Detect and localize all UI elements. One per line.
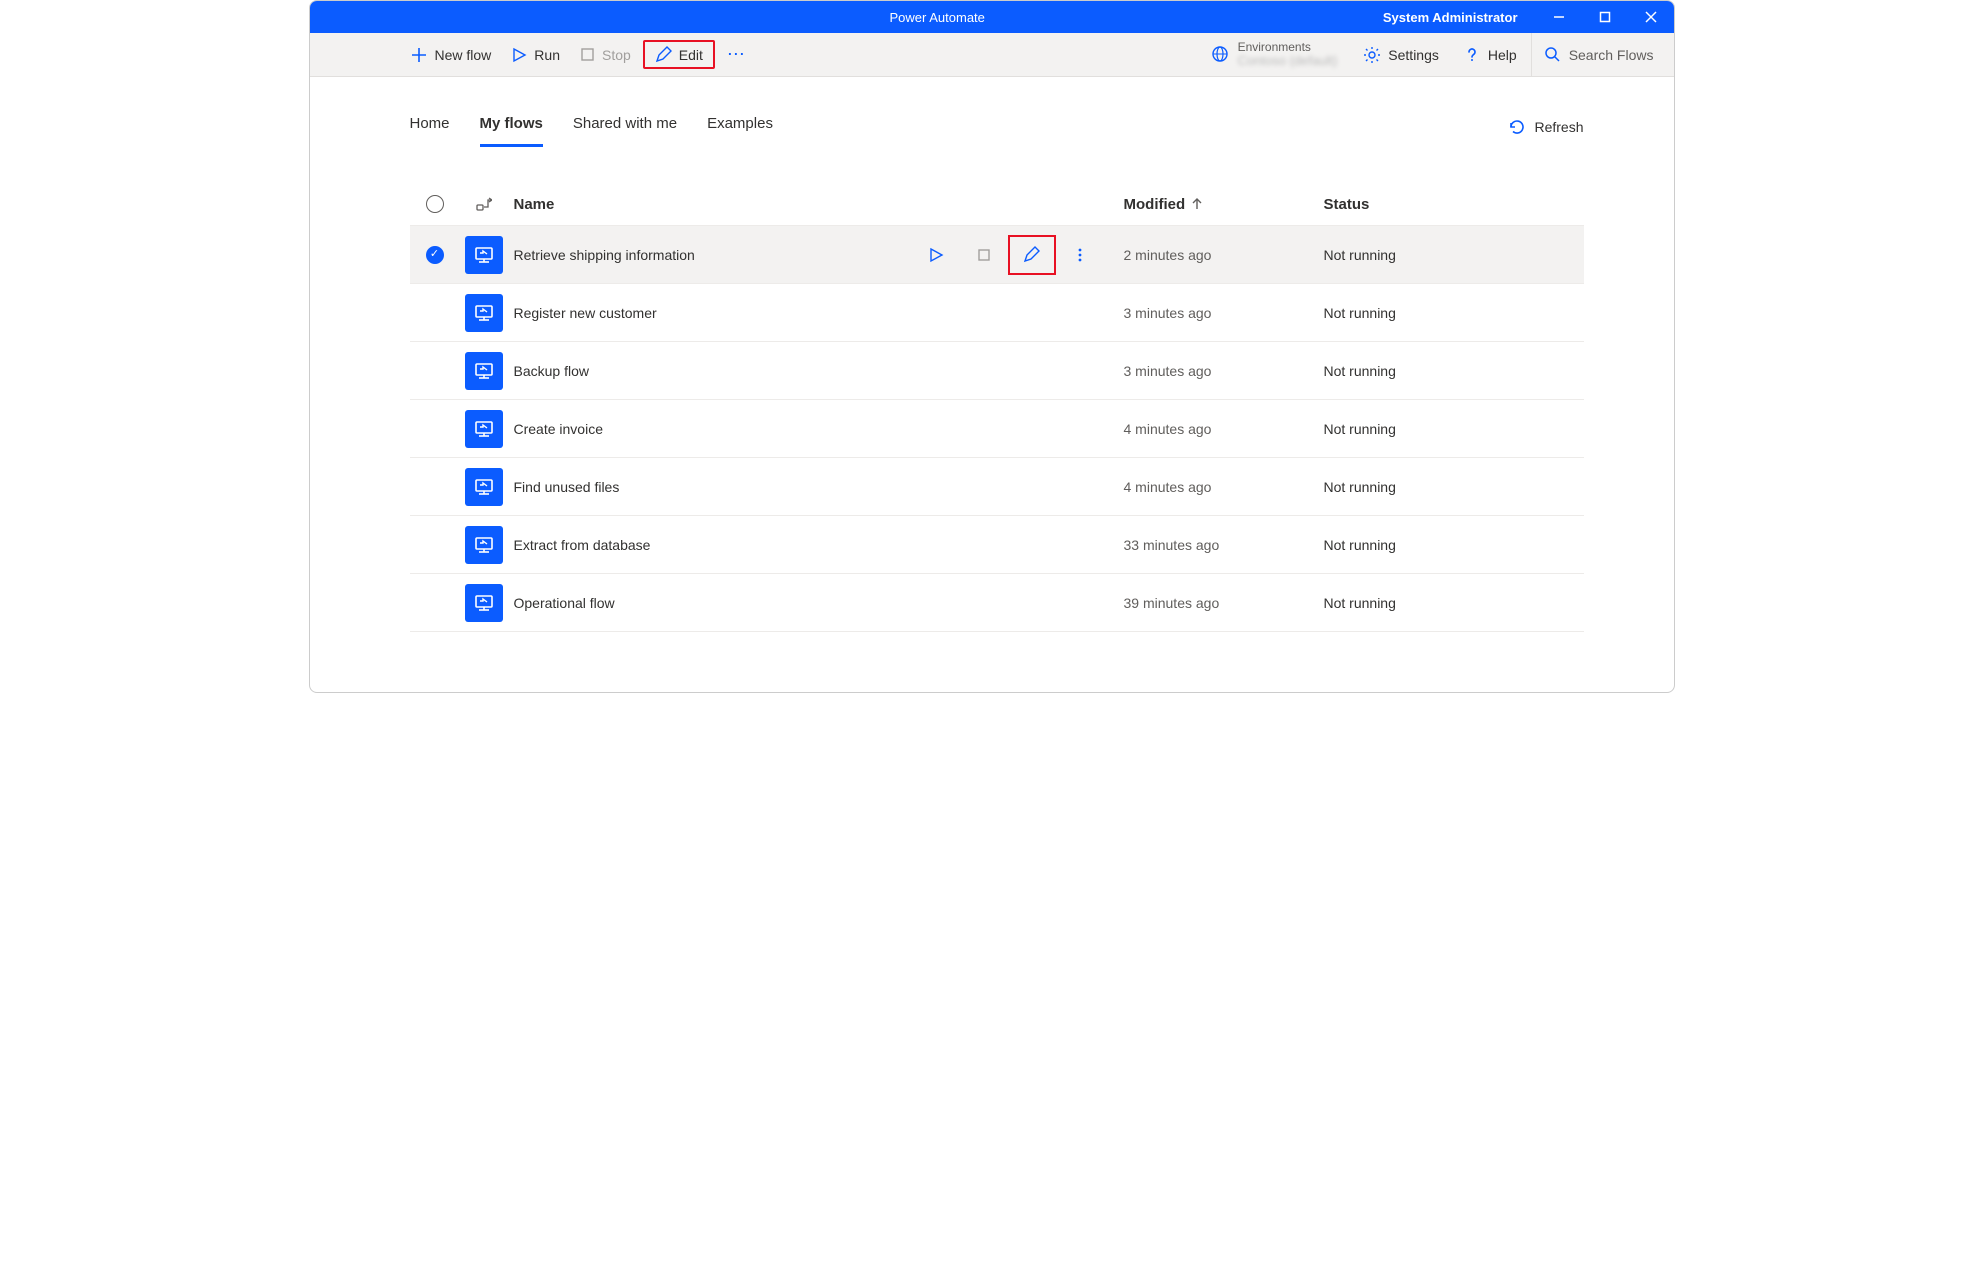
flow-name[interactable]: Backup flow (514, 363, 1088, 379)
search-icon (1544, 46, 1561, 63)
table-row[interactable]: Extract from database 33 minutes agoNot r… (410, 516, 1584, 574)
flow-name[interactable]: Find unused files (514, 479, 1088, 495)
tab-home[interactable]: Home (410, 107, 450, 147)
flow-icon (460, 584, 508, 622)
flow-icon (460, 410, 508, 448)
more-actions-button[interactable]: ⋯ (717, 44, 757, 65)
maximize-button[interactable] (1582, 1, 1628, 33)
table-row[interactable]: Backup flow 3 minutes agoNot running (410, 342, 1584, 400)
refresh-icon (1508, 118, 1526, 136)
app-window: Power Automate System Administrator New … (309, 0, 1675, 693)
flow-status: Not running (1324, 595, 1584, 611)
stop-icon (580, 47, 595, 62)
flow-icon (460, 352, 508, 390)
table-row[interactable]: Retrieve shipping information 2 minutes a… (410, 226, 1584, 284)
flow-icon (460, 236, 508, 274)
row-checkbox[interactable] (410, 246, 460, 264)
refresh-button[interactable]: Refresh (1508, 118, 1583, 136)
row-edit-button[interactable] (1008, 235, 1056, 275)
flow-status: Not running (1324, 421, 1584, 437)
flow-status: Not running (1324, 305, 1584, 321)
play-icon (928, 247, 944, 263)
row-stop-button (960, 235, 1008, 275)
flow-modified: 4 minutes ago (1124, 479, 1324, 495)
flow-modified: 3 minutes ago (1124, 363, 1324, 379)
flow-name[interactable]: Create invoice (514, 421, 1088, 437)
search-flows[interactable]: Search Flows (1531, 33, 1666, 77)
run-label: Run (534, 47, 560, 63)
flow-type-icon-header (460, 196, 508, 212)
new-flow-label: New flow (435, 47, 492, 63)
flow-name[interactable]: Retrieve shipping information (514, 247, 896, 263)
close-button[interactable] (1628, 1, 1674, 33)
refresh-label: Refresh (1534, 119, 1583, 135)
flows-table: Name Modified Status Retrieve shipping i… (410, 183, 1584, 632)
help-label: Help (1488, 47, 1517, 63)
flow-status: Not running (1324, 247, 1584, 263)
table-header-row: Name Modified Status (410, 183, 1584, 226)
sort-up-icon (1191, 198, 1203, 210)
stop-button: Stop (570, 41, 641, 69)
tab-my-flows[interactable]: My flows (480, 107, 543, 147)
select-all-checkbox[interactable] (410, 195, 460, 213)
app-title: Power Automate (510, 10, 1365, 25)
flow-modified: 33 minutes ago (1124, 537, 1324, 553)
gear-icon (1363, 46, 1381, 64)
flow-status: Not running (1324, 363, 1584, 379)
flow-icon (460, 294, 508, 332)
plus-icon (410, 46, 428, 64)
flow-modified: 39 minutes ago (1124, 595, 1324, 611)
help-button[interactable]: Help (1453, 40, 1527, 70)
globe-icon (1210, 44, 1230, 64)
current-user[interactable]: System Administrator (1365, 10, 1536, 25)
flow-icon (460, 526, 508, 564)
flow-modified: 2 minutes ago (1124, 247, 1324, 263)
edit-button[interactable]: Edit (643, 40, 715, 69)
table-row[interactable]: Create invoice 4 minutes agoNot running (410, 400, 1584, 458)
column-modified[interactable]: Modified (1124, 196, 1324, 213)
command-bar: New flow Run Stop Edit ⋯ Environments Co… (310, 33, 1674, 77)
minimize-button[interactable] (1536, 1, 1582, 33)
environments-label: Environments (1238, 41, 1338, 54)
row-run-button[interactable] (912, 235, 960, 275)
flow-modified: 3 minutes ago (1124, 305, 1324, 321)
tab-shared[interactable]: Shared with me (573, 107, 677, 147)
table-row[interactable]: Register new customer 3 minutes agoNot ru… (410, 284, 1584, 342)
pencil-icon (655, 46, 672, 63)
column-name[interactable]: Name (508, 196, 1124, 213)
pencil-icon (1023, 246, 1040, 263)
flow-status: Not running (1324, 479, 1584, 495)
stop-label: Stop (602, 47, 631, 63)
tab-examples[interactable]: Examples (707, 107, 773, 147)
flow-icon (460, 468, 508, 506)
new-flow-button[interactable]: New flow (400, 40, 502, 70)
flow-modified: 4 minutes ago (1124, 421, 1324, 437)
play-icon (511, 47, 527, 63)
nav-tabs: Home My flows Shared with me Examples (410, 107, 773, 147)
stop-icon (977, 248, 991, 262)
flow-name[interactable]: Register new customer (514, 305, 1088, 321)
row-more-button[interactable] (1056, 235, 1104, 275)
environment-picker[interactable]: Environments Contoso (default) (1198, 41, 1350, 68)
settings-button[interactable]: Settings (1353, 40, 1449, 70)
column-status[interactable]: Status (1324, 196, 1584, 213)
table-row[interactable]: Operational flow 39 minutes agoNot runnin… (410, 574, 1584, 632)
more-vertical-icon (1072, 247, 1088, 263)
environments-value: Contoso (default) (1238, 54, 1338, 68)
run-button[interactable]: Run (501, 41, 570, 69)
content-area: Home My flows Shared with me Examples Re… (310, 77, 1674, 692)
title-bar: Power Automate System Administrator (310, 1, 1674, 33)
edit-label: Edit (679, 47, 703, 63)
flow-name[interactable]: Extract from database (514, 537, 1088, 553)
flow-status: Not running (1324, 537, 1584, 553)
flow-name[interactable]: Operational flow (514, 595, 1088, 611)
table-row[interactable]: Find unused files 4 minutes agoNot runnin… (410, 458, 1584, 516)
settings-label: Settings (1388, 47, 1439, 63)
question-icon (1463, 46, 1481, 64)
search-placeholder: Search Flows (1569, 47, 1654, 63)
